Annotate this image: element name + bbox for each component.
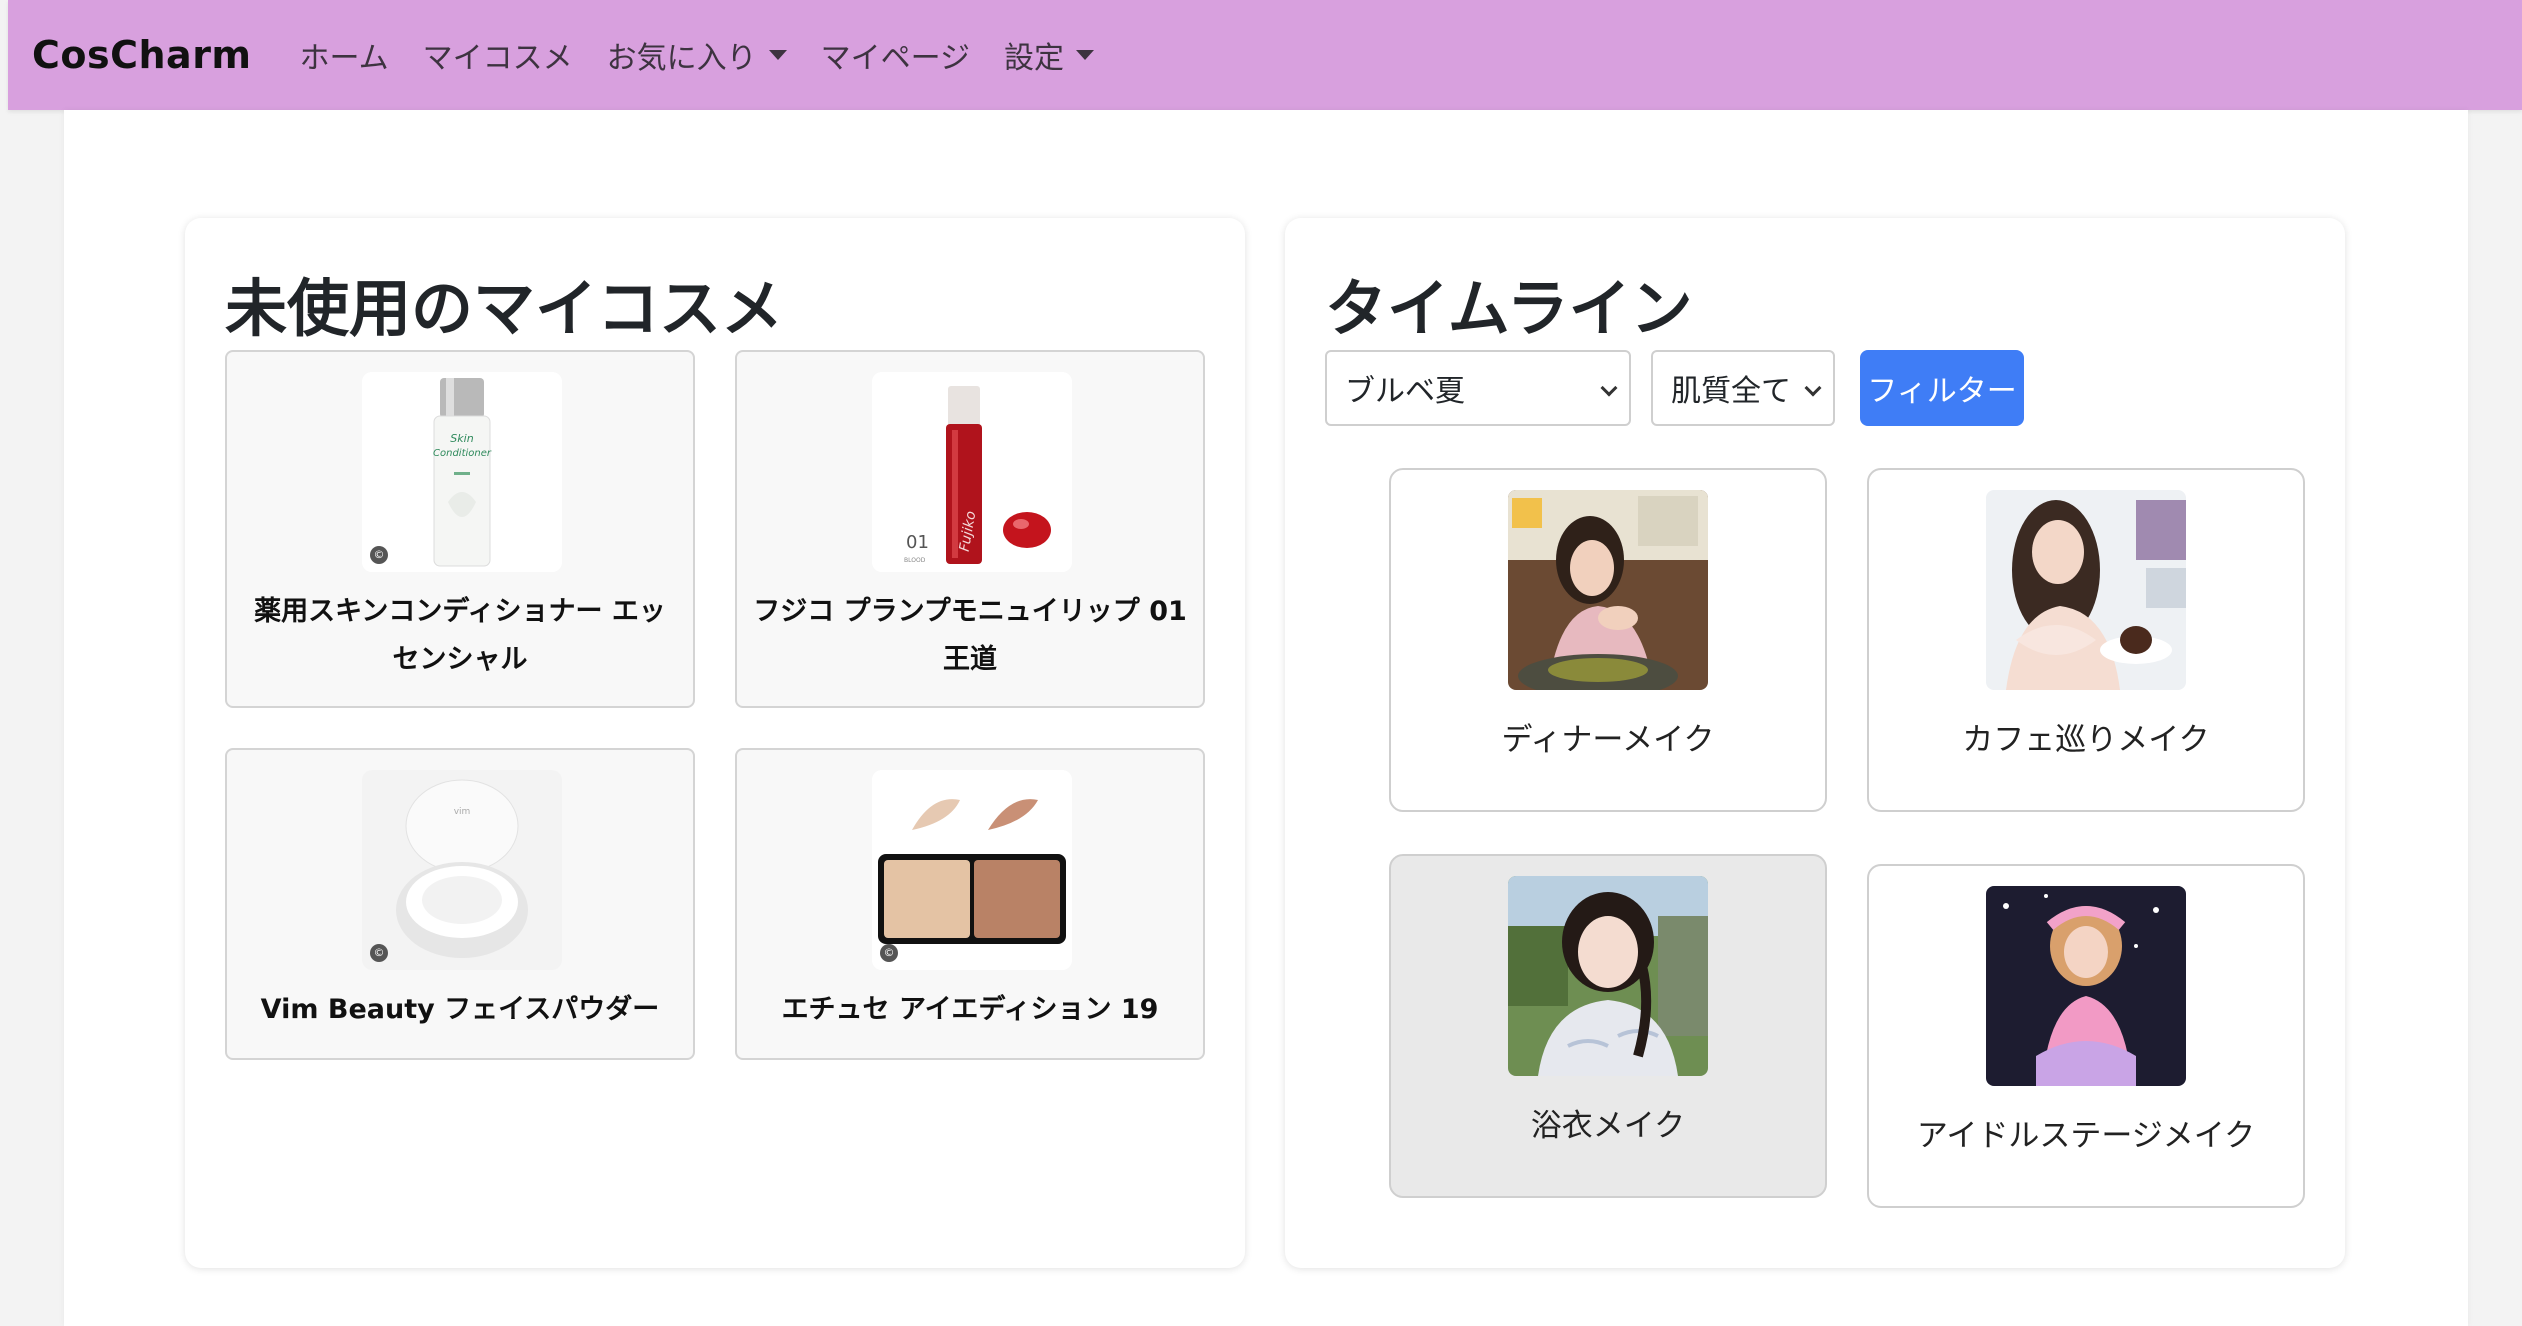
timeline-post[interactable]: 浴衣メイク [1389,854,1827,1198]
svg-text:BLOOD: BLOOD [904,557,926,564]
product-image: Fujiko 01 BLOOD [872,372,1072,572]
cosme-tile[interactable]: © エチュセ アイエディション 19 [735,748,1205,1060]
filter-button[interactable]: フィルター [1860,350,2024,426]
post-photo [1508,490,1708,690]
post-photo [1986,490,2186,690]
cosme-name: 薬用スキンコンディショナー エッセンシャル [254,596,666,675]
product-image: © [872,770,1072,970]
nav-item-home[interactable]: ホーム [300,33,389,77]
cosme-tile[interactable]: vim © Vim Beauty フェイスパウダー [225,748,695,1060]
select-value: ブルベ夏 [1345,374,1465,409]
post-photo [1508,876,1708,1076]
info-icon: © [370,546,388,564]
select-value: 肌質全て [1671,374,1791,409]
post-label: カフェ巡りメイク [1962,722,2210,758]
top-navbar: CosCharm ホーム マイコスメ お気に入り マイページ 設定 [8,0,2522,110]
caret-down-icon [768,50,787,60]
info-icon: © [880,944,898,962]
timeline-title: タイムライン [1325,272,1693,345]
nav-item-settings[interactable]: 設定 [1004,33,1095,77]
nav-item-favorites[interactable]: お気に入り [607,33,787,77]
post-photo [1986,886,2186,1086]
cosme-name: エチュセ アイエディション 19 [781,994,1159,1025]
product-image: vim © [362,770,562,970]
cosme-tile[interactable]: Skin Conditioner © 薬用スキンコンディショナー エッセンシャル [225,350,695,708]
main-container: 未使用のマイコスメ Skin Conditioner © 薬用スキンコンディショ… [64,110,2468,1326]
timeline-card: タイムライン ブルベ夏 肌質全て フィルター ディナーメイク カフェ巡りメイク … [1285,218,2345,1268]
personal-color-select[interactable]: ブルベ夏 [1325,350,1631,426]
post-label: ディナーメイク [1501,722,1715,758]
svg-text:Conditioner: Conditioner [433,448,492,459]
timeline-post[interactable]: カフェ巡りメイク [1867,468,2305,812]
post-label: アイドルステージメイク [1916,1118,2256,1154]
nav-item-label: ホーム [299,41,389,76]
nav-item-label: マイページ [820,41,971,76]
nav-item-label: 設定 [1004,41,1065,76]
info-icon: © [370,944,388,962]
timeline-post[interactable]: アイドルステージメイク [1867,864,2305,1208]
timeline-post[interactable]: ディナーメイク [1389,468,1827,812]
cosme-name: Vim Beauty フェイスパウダー [260,994,660,1025]
post-label: 浴衣メイク [1530,1108,1686,1144]
chevron-down-icon [1804,379,1822,397]
cosme-tile[interactable]: Fujiko 01 BLOOD フジコ プランプモニュイリップ 01 王道 [735,350,1205,708]
svg-text:Skin: Skin [450,432,473,445]
svg-text:vim: vim [454,807,471,817]
nav-item-label: お気に入り [606,41,757,76]
product-image: Skin Conditioner © [362,372,562,572]
nav-item-my-cosme[interactable]: マイコスメ [423,33,573,77]
unused-cosme-title: 未使用のマイコスメ [225,272,784,345]
chevron-down-icon [1600,379,1618,397]
svg-text:01: 01 [906,532,929,553]
unused-cosme-card: 未使用のマイコスメ Skin Conditioner © 薬用スキンコンディショ… [185,218,1245,1268]
brand-logo[interactable]: CosCharm [32,33,252,77]
skin-type-select[interactable]: 肌質全て [1651,350,1835,426]
caret-down-icon [1076,50,1095,60]
nav-item-mypage[interactable]: マイページ [821,33,970,77]
cosme-name: フジコ プランプモニュイリップ 01 王道 [753,596,1187,675]
nav-item-label: マイコスメ [422,41,573,76]
